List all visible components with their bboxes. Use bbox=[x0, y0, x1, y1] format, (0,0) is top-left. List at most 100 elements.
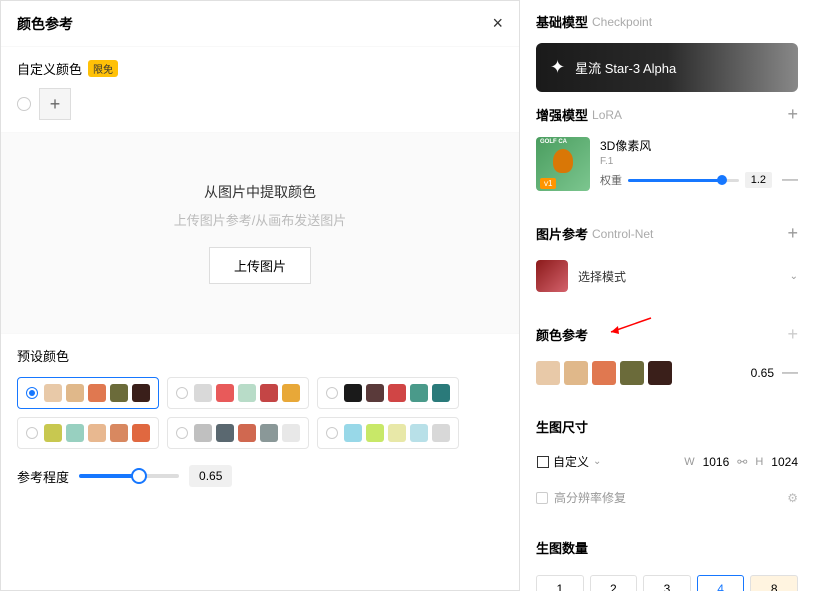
arrow-annotation bbox=[606, 316, 656, 336]
color-swatch bbox=[282, 384, 300, 402]
gear-icon[interactable]: ⚙ bbox=[787, 491, 798, 505]
panel-title: 颜色参考 bbox=[17, 14, 73, 34]
color-swatch bbox=[238, 384, 256, 402]
color-swatch bbox=[366, 424, 384, 442]
color-swatch bbox=[194, 384, 212, 402]
color-swatch bbox=[132, 384, 150, 402]
color-swatch bbox=[44, 384, 62, 402]
color-swatch bbox=[410, 424, 428, 442]
color-swatch bbox=[366, 384, 384, 402]
square-icon bbox=[537, 456, 549, 468]
colorref-swatch bbox=[564, 361, 588, 385]
controlnet-mode-select[interactable]: 选择模式 ⌄ bbox=[578, 268, 798, 285]
ref-degree-slider[interactable] bbox=[79, 474, 179, 478]
color-swatch bbox=[110, 424, 128, 442]
color-swatch bbox=[238, 424, 256, 442]
color-swatch bbox=[388, 424, 406, 442]
size-custom-select[interactable]: 自定义 ⌄ bbox=[536, 452, 602, 471]
color-swatch bbox=[260, 384, 278, 402]
count-button[interactable]: 4 bbox=[697, 575, 745, 591]
count-button[interactable]: 2 bbox=[590, 575, 638, 591]
ref-degree-value: 0.65 bbox=[189, 465, 232, 487]
close-icon[interactable]: × bbox=[492, 13, 503, 34]
width-label: W bbox=[684, 456, 694, 468]
chevron-down-icon: ⌄ bbox=[593, 456, 601, 467]
height-label: H bbox=[755, 456, 763, 468]
palette-option[interactable] bbox=[317, 417, 459, 449]
lora-ver: F.1 bbox=[600, 156, 798, 167]
color-swatch bbox=[66, 384, 84, 402]
extract-subtitle: 上传图片参考/从画布发送图片 bbox=[174, 210, 347, 229]
add-color-button[interactable]: + bbox=[39, 88, 71, 120]
chevron-down-icon: ⌄ bbox=[790, 271, 798, 282]
colorref-value: 0.65 bbox=[751, 366, 774, 380]
ref-degree-label: 参考程度 bbox=[17, 467, 69, 486]
color-ref-section: 颜色参考 bbox=[536, 325, 588, 344]
color-swatch bbox=[88, 384, 106, 402]
color-swatch bbox=[132, 424, 150, 442]
color-swatch bbox=[194, 424, 212, 442]
controlnet-thumbnail[interactable] bbox=[536, 260, 568, 292]
preset-title: 预设颜色 bbox=[17, 346, 503, 365]
color-swatch bbox=[260, 424, 278, 442]
palette-option[interactable] bbox=[17, 377, 159, 409]
extract-title: 从图片中提取颜色 bbox=[204, 182, 316, 202]
color-swatch bbox=[282, 424, 300, 442]
color-swatch bbox=[216, 384, 234, 402]
custom-radio[interactable] bbox=[17, 97, 31, 111]
weight-label: 权重 bbox=[600, 172, 622, 188]
count-button[interactable]: 8 bbox=[750, 575, 798, 591]
palette-radio[interactable] bbox=[326, 387, 338, 399]
palette-radio[interactable] bbox=[26, 427, 38, 439]
lora-name: 3D像素风 bbox=[600, 137, 798, 154]
color-swatch bbox=[44, 424, 62, 442]
color-swatch bbox=[110, 384, 128, 402]
model-card[interactable]: ✦ 星流 Star-3 Alpha bbox=[536, 43, 798, 92]
hires-label: 高分辨率修复 bbox=[554, 489, 626, 506]
add-lora-icon[interactable]: + bbox=[787, 104, 798, 125]
controlnet-section: 图片参考 Control-Net bbox=[536, 224, 653, 243]
weight-slider[interactable] bbox=[628, 179, 739, 182]
color-swatch bbox=[344, 384, 362, 402]
palette-radio[interactable] bbox=[176, 387, 188, 399]
color-swatch bbox=[432, 424, 450, 442]
palette-option[interactable] bbox=[17, 417, 159, 449]
count-button[interactable]: 1 bbox=[536, 575, 584, 591]
custom-color-title: 自定义颜色 bbox=[17, 59, 82, 78]
free-badge: 限免 bbox=[88, 60, 118, 77]
color-swatch bbox=[388, 384, 406, 402]
width-value[interactable]: 1016 bbox=[703, 455, 730, 469]
remove-lora-icon[interactable]: — bbox=[782, 171, 798, 189]
palette-radio[interactable] bbox=[176, 427, 188, 439]
checkpoint-section: 基础模型 Checkpoint bbox=[536, 12, 798, 31]
count-button[interactable]: 3 bbox=[643, 575, 691, 591]
color-swatch bbox=[344, 424, 362, 442]
remove-colorref-icon[interactable]: — bbox=[782, 364, 798, 382]
upload-image-button[interactable]: 上传图片 bbox=[209, 247, 311, 284]
height-value[interactable]: 1024 bbox=[771, 455, 798, 469]
color-swatch bbox=[66, 424, 84, 442]
palette-option[interactable] bbox=[317, 377, 459, 409]
palette-option[interactable] bbox=[167, 377, 309, 409]
palette-option[interactable] bbox=[167, 417, 309, 449]
colorref-swatch bbox=[592, 361, 616, 385]
colorref-swatch bbox=[648, 361, 672, 385]
add-colorref-icon[interactable]: + bbox=[787, 324, 798, 345]
link-icon[interactable]: ⚯ bbox=[737, 455, 747, 469]
color-swatch bbox=[216, 424, 234, 442]
color-swatch bbox=[410, 384, 428, 402]
size-section: 生图尺寸 bbox=[536, 417, 798, 436]
colorref-swatch bbox=[536, 361, 560, 385]
model-icon: ✦ bbox=[550, 57, 565, 78]
lora-section: 增强模型 LoRA bbox=[536, 105, 622, 124]
model-name: 星流 Star-3 Alpha bbox=[575, 58, 676, 77]
color-swatch bbox=[432, 384, 450, 402]
lora-thumbnail[interactable]: v1 bbox=[536, 137, 590, 191]
palette-radio[interactable] bbox=[26, 387, 38, 399]
palette-radio[interactable] bbox=[326, 427, 338, 439]
color-swatch bbox=[88, 424, 106, 442]
colorref-swatch bbox=[620, 361, 644, 385]
hires-checkbox[interactable] bbox=[536, 492, 548, 504]
weight-value: 1.2 bbox=[745, 172, 772, 188]
add-controlnet-icon[interactable]: + bbox=[787, 223, 798, 244]
